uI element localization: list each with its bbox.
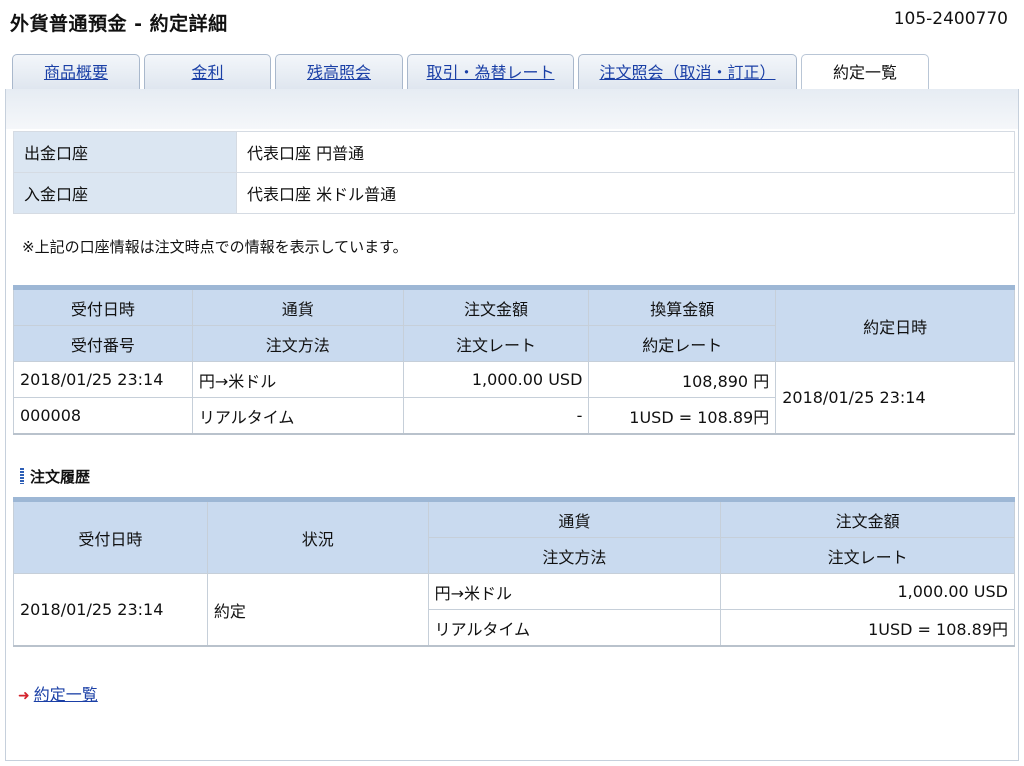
history-order-method-header: 注文方法 xyxy=(427,537,722,574)
converted-amount-cell: 108,890 円 xyxy=(588,361,777,398)
account-info-note: ※上記の口座情報は注文時点での情報を表示しています。 xyxy=(22,238,408,256)
history-order-rate-header: 注文レート xyxy=(720,537,1015,574)
withdraw-account-value: 代表口座 円普通 xyxy=(236,131,1015,173)
table-row: 入金口座 代表口座 米ドル普通 xyxy=(13,172,1015,214)
table-header-row: 受付日時 通貨 注文金額 換算金額 約定日時 xyxy=(13,287,1015,362)
panel-header-band xyxy=(6,89,1018,129)
execution-datetime-cell: 2018/01/25 23:14 xyxy=(775,361,1015,435)
tab-transaction-rate[interactable]: 取引・為替レート xyxy=(407,54,574,89)
execution-rate-header: 約定レート xyxy=(588,325,777,362)
receipt-number-cell: 000008 xyxy=(13,397,193,435)
currency-cell: 円→米ドル xyxy=(191,361,404,398)
received-datetime-cell: 2018/01/25 23:14 xyxy=(13,361,193,398)
tab-transaction-rate-link[interactable]: 取引・為替レート xyxy=(426,63,554,82)
order-rate-cell: - xyxy=(402,397,590,435)
converted-amount-header: 換算金額 xyxy=(588,287,777,326)
history-currency-header: 通貨 xyxy=(427,499,722,538)
execution-list-link[interactable]: 約定一覧 xyxy=(34,685,98,704)
history-currency-cell: 円→米ドル xyxy=(427,573,722,610)
account-info-table: 出金口座 代表口座 円普通 入金口座 代表口座 米ドル普通 xyxy=(13,131,1015,214)
history-order-amount-header: 注文金額 xyxy=(720,499,1015,538)
account-number: 105-2400770 xyxy=(893,9,1008,29)
tab-order-inquiry[interactable]: 注文照会（取消・訂正） xyxy=(578,54,797,89)
deposit-account-label: 入金口座 xyxy=(13,172,237,214)
deposit-account-value: 代表口座 米ドル普通 xyxy=(236,172,1015,214)
table-row: 2018/01/25 23:14 円→米ドル 1,000.00 USD 108,… xyxy=(13,361,1015,435)
receipt-number-header: 受付番号 xyxy=(13,325,193,362)
tab-balance-inquiry-link[interactable]: 残高照会 xyxy=(307,63,371,82)
execution-rate-cell: 1USD = 108.89円 xyxy=(588,397,777,435)
currency-header: 通貨 xyxy=(191,287,404,326)
tab-product-overview[interactable]: 商品概要 xyxy=(12,54,140,89)
order-history-table: 受付日時 状況 通貨 注文金額 注文方法 注文レート 2018/01/25 23… xyxy=(13,497,1015,647)
order-history-title: 注文履歴 xyxy=(30,468,91,486)
table-header-row: 受付日時 状況 通貨 注文金額 xyxy=(13,499,1015,574)
history-order-amount-cell: 1,000.00 USD xyxy=(720,573,1015,610)
trade-detail-table: 受付日時 通貨 注文金額 換算金額 約定日時 受付番号 注文方法 注文レート 約… xyxy=(13,285,1015,435)
page-title: 外貨普通預金 - 約定詳細 xyxy=(10,13,228,35)
history-received-datetime-cell: 2018/01/25 23:14 xyxy=(13,573,208,647)
table-row: 出金口座 代表口座 円普通 xyxy=(13,131,1015,173)
tab-interest-rate[interactable]: 金利 xyxy=(144,54,271,89)
order-method-cell: リアルタイム xyxy=(191,397,404,435)
arrow-right-icon: ➜ xyxy=(18,688,30,704)
received-datetime-header: 受付日時 xyxy=(13,287,193,326)
history-status-cell: 約定 xyxy=(206,573,429,647)
order-amount-header: 注文金額 xyxy=(402,287,590,326)
order-method-header: 注文方法 xyxy=(191,325,404,362)
back-to-list: ➜ 約定一覧 xyxy=(18,681,98,705)
history-order-rate-cell: 1USD = 108.89円 xyxy=(720,609,1015,647)
execution-datetime-header: 約定日時 xyxy=(775,287,1015,362)
page-header: 外貨普通預金 - 約定詳細 105-2400770 xyxy=(0,0,1024,44)
withdraw-account-label: 出金口座 xyxy=(13,131,237,173)
order-amount-cell: 1,000.00 USD xyxy=(402,361,590,398)
tab-interest-rate-link[interactable]: 金利 xyxy=(191,63,223,82)
order-history-heading: 注文履歴 xyxy=(20,466,90,487)
tab-balance-inquiry[interactable]: 残高照会 xyxy=(275,54,403,89)
order-rate-header: 注文レート xyxy=(402,325,590,362)
history-order-method-cell: リアルタイム xyxy=(427,609,722,647)
tab-product-overview-link[interactable]: 商品概要 xyxy=(44,63,108,82)
section-marker-icon xyxy=(20,468,24,484)
tab-execution-list[interactable]: 約定一覧 xyxy=(801,54,929,91)
history-status-header: 状況 xyxy=(206,499,429,574)
tab-order-inquiry-link[interactable]: 注文照会（取消・訂正） xyxy=(599,63,775,82)
history-received-datetime-header: 受付日時 xyxy=(13,499,208,574)
content-panel: 出金口座 代表口座 円普通 入金口座 代表口座 米ドル普通 ※上記の口座情報は注… xyxy=(5,89,1019,761)
table-row: 2018/01/25 23:14 約定 円→米ドル 1,000.00 USD xyxy=(13,573,1015,647)
